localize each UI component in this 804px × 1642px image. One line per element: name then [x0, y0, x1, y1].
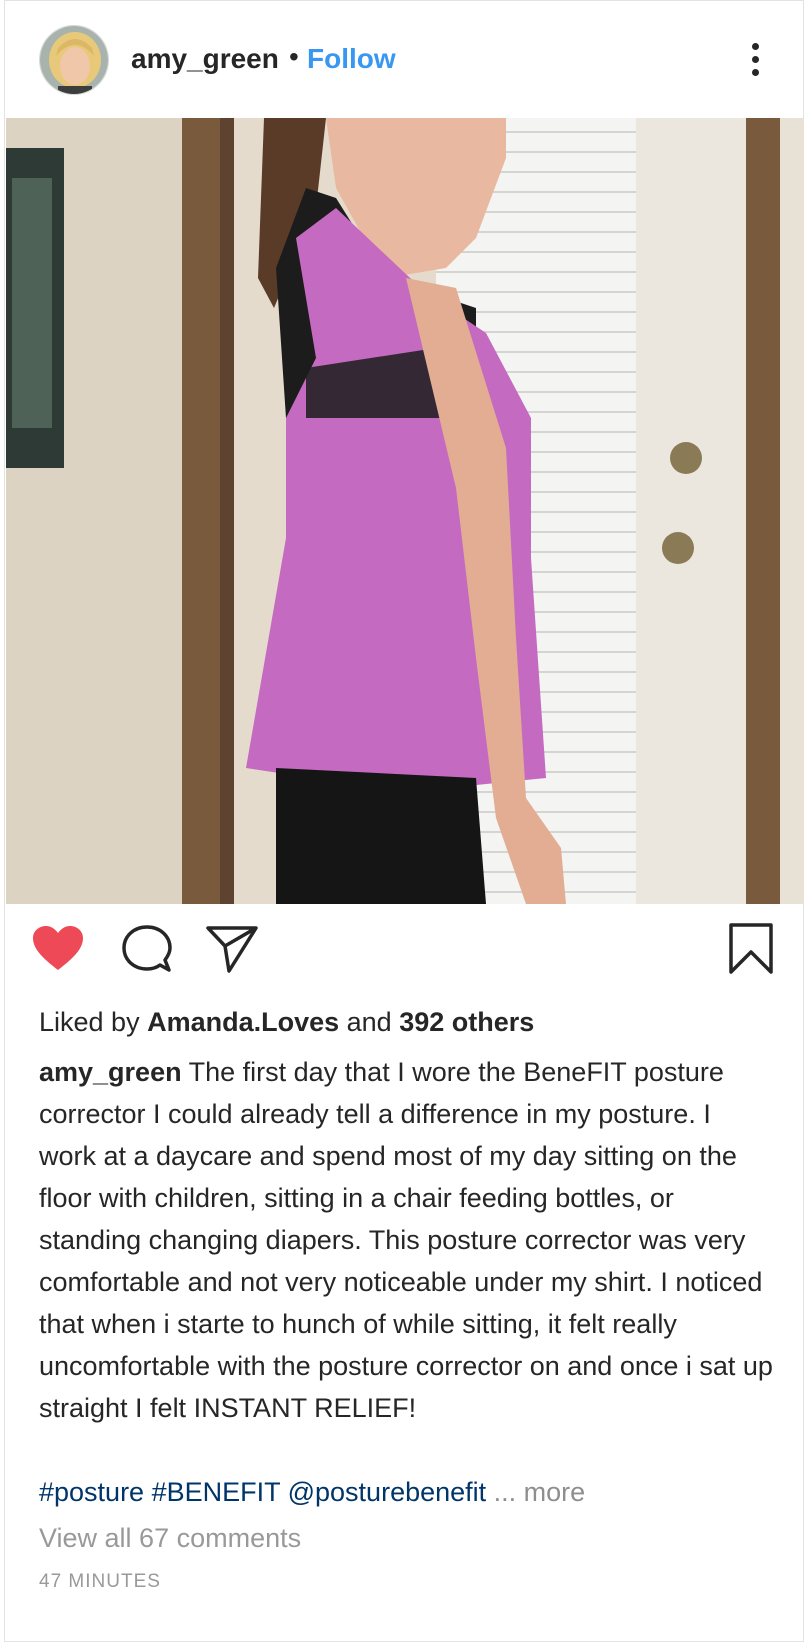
- post-photo[interactable]: [6, 118, 804, 904]
- heart-icon[interactable]: [31, 924, 85, 972]
- post-header: amy_green • Follow: [5, 1, 803, 118]
- likes-others[interactable]: 392 others: [399, 1007, 534, 1037]
- separator-dot: •: [289, 41, 299, 72]
- caption-text: The first day that I wore the BeneFIT po…: [39, 1057, 773, 1423]
- post-caption: amy_green The first day that I wore the …: [39, 1051, 774, 1429]
- post-timestamp: 47 MINUTES: [39, 1571, 161, 1592]
- liker-username[interactable]: Amanda.Loves: [147, 1007, 339, 1037]
- more-options-icon[interactable]: [745, 41, 765, 79]
- bookmark-icon[interactable]: [727, 922, 775, 976]
- follow-button[interactable]: Follow: [307, 43, 396, 75]
- caption-tags: #posture #BENEFIT @posturebenefit ... mo…: [39, 1477, 585, 1508]
- caption-username[interactable]: amy_green: [39, 1057, 182, 1087]
- post-username[interactable]: amy_green: [131, 43, 279, 75]
- avatar[interactable]: [39, 25, 109, 95]
- comment-icon[interactable]: [121, 924, 173, 974]
- likes-middle: and: [339, 1007, 400, 1037]
- avatar-image: [40, 26, 108, 94]
- more-link[interactable]: ... more: [486, 1477, 586, 1507]
- likes-prefix: Liked by: [39, 1007, 148, 1037]
- action-bar: [5, 904, 803, 994]
- view-all-comments-link[interactable]: View all 67 comments: [39, 1523, 301, 1554]
- likes-summary: Liked by Amanda.Loves and 392 others: [39, 1007, 534, 1038]
- hashtags-links[interactable]: #posture #BENEFIT @posturebenefit: [39, 1477, 486, 1507]
- instagram-post-card: amy_green • Follow Liked by Amanda.Loves…: [4, 0, 804, 1642]
- photo-image: [6, 118, 804, 904]
- share-icon[interactable]: [205, 924, 259, 974]
